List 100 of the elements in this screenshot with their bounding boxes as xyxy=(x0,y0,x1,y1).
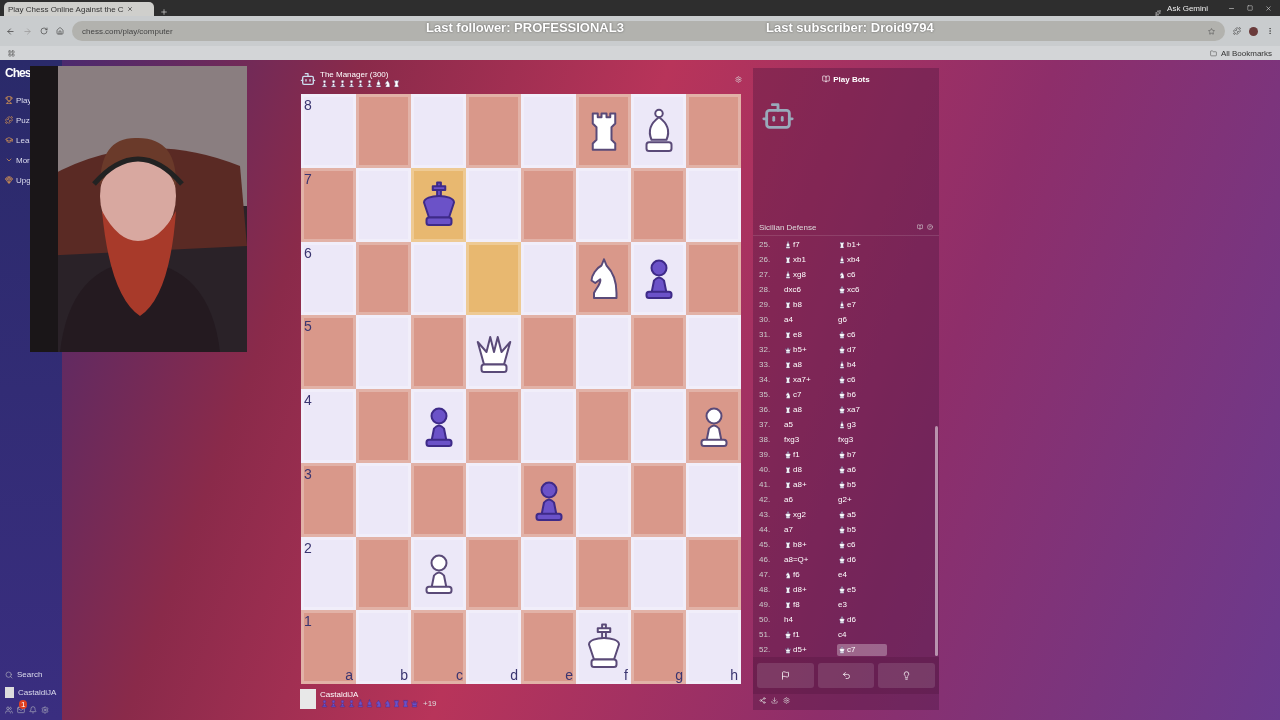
move[interactable]: e4 xyxy=(837,568,887,581)
bell-icon[interactable] xyxy=(29,706,37,714)
board-square[interactable]: c xyxy=(411,610,466,684)
move[interactable]: c6 xyxy=(837,328,887,341)
profile-avatar[interactable] xyxy=(1249,26,1258,36)
move[interactable]: c6 xyxy=(837,268,887,281)
browser-tab[interactable]: Play Chess Online Against the C xyxy=(4,2,154,16)
move[interactable]: xg8 xyxy=(783,268,833,281)
board-square[interactable]: 1 a xyxy=(301,610,356,684)
move[interactable]: xb1 xyxy=(783,253,833,266)
board-square[interactable] xyxy=(686,389,741,463)
move[interactable]: a8=Q+ xyxy=(783,553,833,566)
hint-button[interactable] xyxy=(878,663,935,688)
move[interactable]: b8+ xyxy=(783,538,833,551)
forward-icon[interactable] xyxy=(23,26,32,36)
move[interactable]: e3 xyxy=(837,598,887,611)
move[interactable]: b6 xyxy=(837,388,887,401)
board-square[interactable] xyxy=(521,462,576,537)
settings-icon[interactable] xyxy=(735,75,742,83)
board-square[interactable] xyxy=(631,94,686,168)
move[interactable]: a7 xyxy=(783,523,833,536)
move[interactable]: f7 xyxy=(783,238,833,251)
board-square[interactable] xyxy=(411,389,466,463)
new-tab-icon[interactable] xyxy=(160,8,168,16)
undo-button[interactable] xyxy=(817,663,875,688)
board-square[interactable]: 2 xyxy=(301,536,356,611)
move[interactable]: f8 xyxy=(783,598,833,611)
move[interactable]: f6 xyxy=(783,568,833,581)
board-square[interactable]: 4 xyxy=(301,389,356,463)
move[interactable]: e5 xyxy=(837,583,887,596)
nav-item[interactable]: Mor xyxy=(16,155,30,165)
move[interactable]: d8 xyxy=(783,463,833,476)
home-icon[interactable] xyxy=(56,27,64,35)
help-icon[interactable] xyxy=(927,224,933,231)
move[interactable]: h4 xyxy=(783,613,833,626)
menu-icon[interactable] xyxy=(1266,27,1274,35)
bookmarks-link[interactable]: All Bookmarks xyxy=(1220,48,1272,58)
move[interactable]: a8 xyxy=(783,358,833,371)
search-link[interactable]: Search xyxy=(17,670,43,679)
move[interactable]: a5 xyxy=(783,418,833,431)
move[interactable]: c4 xyxy=(837,628,887,641)
board-square[interactable] xyxy=(466,315,521,389)
nav-item[interactable]: Lea xyxy=(16,135,30,145)
nav-item[interactable]: Puz xyxy=(16,115,30,125)
board-square[interactable]: 3 xyxy=(301,462,356,537)
move[interactable]: b8 xyxy=(783,298,833,311)
star-icon[interactable] xyxy=(1208,27,1215,35)
search-icon[interactable] xyxy=(5,670,13,679)
move[interactable]: b5+ xyxy=(783,343,833,356)
move[interactable]: a6 xyxy=(783,493,833,506)
move[interactable]: e8 xyxy=(783,328,833,341)
board-square[interactable]: 5 xyxy=(301,315,356,389)
move[interactable]: a8 xyxy=(783,403,833,416)
board-square[interactable]: 7 xyxy=(301,167,356,242)
move[interactable]: c7 xyxy=(837,643,887,656)
move[interactable]: c6 xyxy=(837,538,887,551)
book-icon[interactable] xyxy=(917,224,923,231)
move[interactable]: g3 xyxy=(837,418,887,431)
move[interactable]: b5 xyxy=(837,523,887,536)
ask-gemini-button[interactable]: Ask Gemini xyxy=(1167,3,1208,13)
friends-icon[interactable] xyxy=(5,706,13,714)
move[interactable]: xa7 xyxy=(837,403,887,416)
move[interactable]: a5 xyxy=(837,508,887,521)
move[interactable]: fxg3 xyxy=(837,433,887,446)
move[interactable]: dxc6 xyxy=(783,283,833,296)
move[interactable]: xc6 xyxy=(837,283,887,296)
share-icon[interactable] xyxy=(759,697,766,704)
board-square[interactable] xyxy=(631,241,686,316)
move[interactable]: f1 xyxy=(783,628,833,641)
settings-icon[interactable] xyxy=(41,706,49,714)
close-icon[interactable] xyxy=(126,6,133,12)
board-square[interactable] xyxy=(576,241,631,316)
move[interactable]: b1+ xyxy=(837,238,887,251)
board-square[interactable] xyxy=(411,536,466,611)
move[interactable]: d5+ xyxy=(783,643,833,656)
board-square[interactable] xyxy=(411,167,466,242)
board-square[interactable]: h xyxy=(686,610,741,684)
move[interactable]: d6 xyxy=(837,553,887,566)
move[interactable]: b7 xyxy=(837,448,887,461)
maximize-icon[interactable] xyxy=(1247,5,1253,11)
download-icon[interactable] xyxy=(771,697,778,704)
board-square[interactable]: f xyxy=(576,610,631,684)
move[interactable]: f1 xyxy=(783,448,833,461)
move[interactable]: a8+ xyxy=(783,478,833,491)
move[interactable]: g2+ xyxy=(837,493,887,506)
move[interactable]: g6 xyxy=(837,313,887,326)
board-square[interactable]: 6 xyxy=(301,241,356,316)
move[interactable]: d6 xyxy=(837,613,887,626)
move[interactable]: e7 xyxy=(837,298,887,311)
move[interactable]: xb4 xyxy=(837,253,887,266)
board-square[interactable]: e xyxy=(521,610,576,684)
board-square[interactable]: d xyxy=(466,610,521,684)
move[interactable]: b4 xyxy=(837,358,887,371)
settings-icon[interactable] xyxy=(783,697,790,704)
resign-button[interactable] xyxy=(757,663,814,688)
move[interactable]: fxg3 xyxy=(783,433,833,446)
extensions-icon[interactable] xyxy=(1233,27,1241,35)
board-square[interactable] xyxy=(576,94,631,168)
move[interactable]: d7 xyxy=(837,343,887,356)
move[interactable]: b5 xyxy=(837,478,887,491)
